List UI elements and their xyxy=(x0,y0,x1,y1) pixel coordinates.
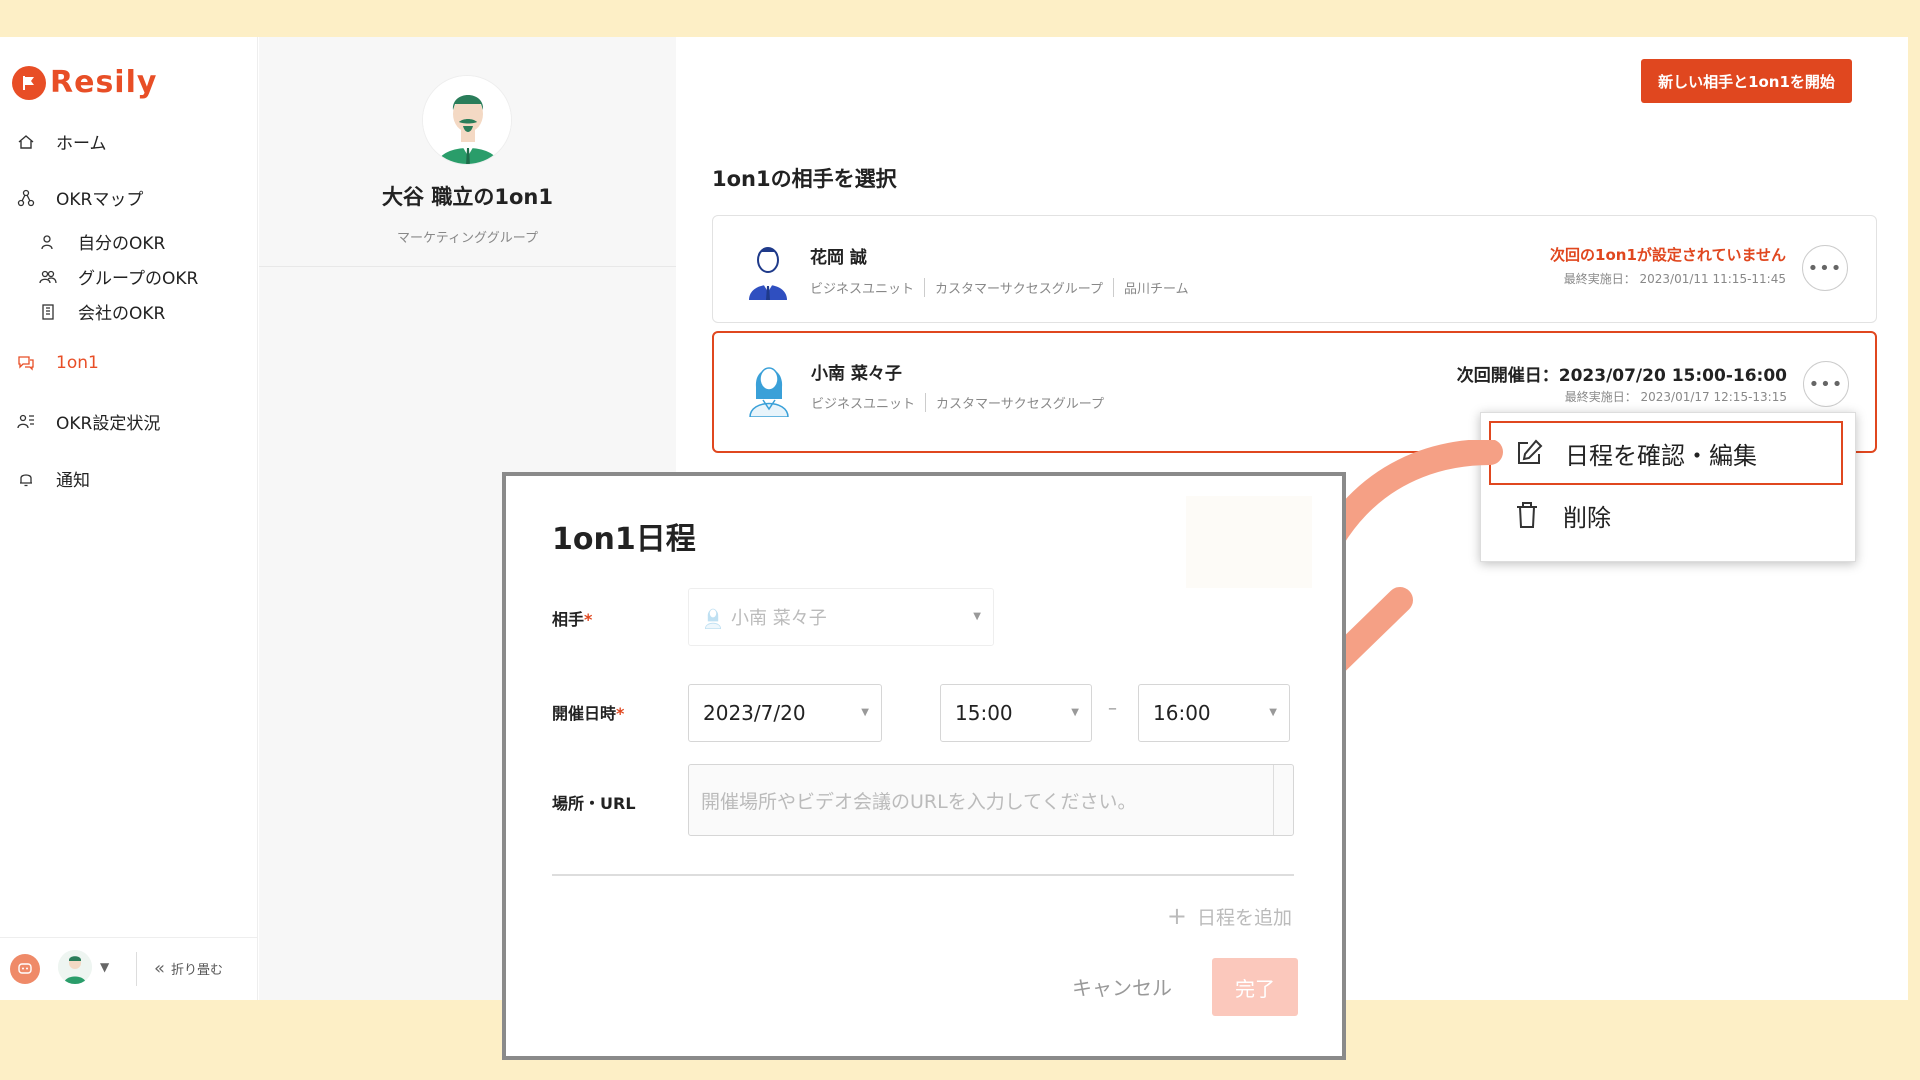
scrollbar[interactable] xyxy=(1273,765,1293,835)
profile-header: 大谷 職立の1on1 マーケティンググループ xyxy=(259,37,676,267)
sidebar-item-notifications[interactable]: 通知 xyxy=(16,466,90,491)
menu-item-edit-schedule[interactable]: 日程を確認・編集 xyxy=(1489,421,1843,485)
profile-name: 大谷 職立の1on1 xyxy=(382,185,553,209)
menu-item-label: 日程を確認・編集 xyxy=(1565,441,1757,470)
tag: ビジネスユニット xyxy=(811,393,927,412)
home-icon xyxy=(16,132,36,152)
chevron-down-icon[interactable]: ▼ xyxy=(100,960,109,974)
building-icon xyxy=(38,302,58,322)
end-time-select[interactable]: 16:00 ▼ xyxy=(1138,684,1290,742)
chevron-down-icon: ▼ xyxy=(1269,707,1277,718)
avatar[interactable] xyxy=(58,950,92,984)
sidebar-item-label: ホーム xyxy=(56,134,107,154)
partner-name: 小南 菜々子 xyxy=(811,364,902,384)
sidebar-item-label: 1on1 xyxy=(56,353,99,373)
sidebar-item-okr-map[interactable]: OKRマップ xyxy=(16,185,143,210)
plus-icon: + xyxy=(1166,902,1187,930)
flag-icon xyxy=(12,65,46,100)
sidebar-item-label: 自分のOKR xyxy=(78,234,166,254)
tag: カスタマーサクセスグループ xyxy=(935,278,1114,297)
sidebar-item-label: OKRマップ xyxy=(56,190,144,210)
start-time-select[interactable]: 15:00 ▼ xyxy=(940,684,1092,742)
partner-label: 相手* xyxy=(552,610,593,629)
user-icon xyxy=(38,232,58,252)
place-label: 場所・URL xyxy=(552,794,636,813)
brand-name: Resily xyxy=(50,65,158,100)
section-title: 1on1の相手を選択 xyxy=(712,167,897,191)
chevron-down-icon: ▼ xyxy=(861,707,869,718)
ellipsis-icon: ••• xyxy=(1807,257,1843,279)
partner-avatar xyxy=(744,359,794,418)
sidebar-item-1on1[interactable]: 1on1 xyxy=(16,353,99,373)
partner-avatar-icon xyxy=(703,605,723,629)
more-options-button[interactable]: ••• xyxy=(1802,245,1848,291)
okr-map-icon xyxy=(16,188,36,208)
last-held-date: 最終実施日： 2023/01/17 12:15-13:15 xyxy=(1564,390,1787,404)
partner-card[interactable]: 花岡 誠 ビジネスユニット カスタマーサクセスグループ 品川チーム 次回の1on… xyxy=(712,215,1877,323)
date-select[interactable]: 2023/7/20 ▼ xyxy=(688,684,882,742)
add-date-button[interactable]: + 日程を追加 xyxy=(1167,902,1292,930)
cancel-button[interactable]: キャンセル xyxy=(1072,972,1172,1001)
more-options-button[interactable]: ••• xyxy=(1803,361,1849,407)
partner-tags: ビジネスユニット カスタマーサクセスグループ 品川チーム xyxy=(810,278,1209,297)
sidebar-item-my-okr[interactable]: 自分のOKR xyxy=(38,229,165,254)
modal-close-area xyxy=(1186,496,1312,588)
sidebar-item-label: 通知 xyxy=(56,471,90,491)
next-1on1-status: 次回開催日：2023/07/20 15:00-16:00 xyxy=(1456,366,1787,386)
modal-title: 1on1日程 xyxy=(552,522,696,557)
support-chat-icon[interactable] xyxy=(10,954,40,984)
profile-avatar xyxy=(422,75,512,165)
collapse-button[interactable]: « 折り畳む xyxy=(154,958,223,979)
schedule-modal: 1on1日程 相手* 小南 菜々子 ▼ 開催日時* 2023/7/20 ▼ 15… xyxy=(502,472,1346,1060)
double-chevron-left-icon: « xyxy=(154,958,166,979)
menu-item-delete[interactable]: 削除 xyxy=(1489,483,1843,547)
partner-select: 小南 菜々子 ▼ xyxy=(688,588,994,646)
sidebar-item-label: OKR設定状況 xyxy=(56,414,161,434)
datetime-label: 開催日時* xyxy=(552,704,625,723)
sidebar: Resily ホーム OKRマップ 自分のOKR グループのOKR 会社のOKR… xyxy=(0,37,258,1000)
place-url-input[interactable]: 開催場所やビデオ会議のURLを入力してください。 xyxy=(688,764,1294,836)
divider xyxy=(136,952,137,986)
profile-group: マーケティンググループ xyxy=(397,231,538,246)
sidebar-item-label: 会社のOKR xyxy=(78,304,166,324)
tag: ビジネスユニット xyxy=(810,278,926,297)
last-held-date: 最終実施日： 2023/01/11 11:15-11:45 xyxy=(1563,272,1786,286)
menu-item-label: 削除 xyxy=(1563,503,1611,532)
next-1on1-status: 次回の1on1が設定されていません xyxy=(1550,246,1786,264)
partner-avatar xyxy=(743,242,793,300)
partner-name: 花岡 誠 xyxy=(810,248,867,268)
ellipsis-icon: ••• xyxy=(1808,373,1844,395)
sidebar-footer: ▼ « 折り畳む xyxy=(0,937,258,1000)
collapse-label: 折り畳む xyxy=(171,963,224,978)
partner-tags: ビジネスユニット カスタマーサクセスグループ xyxy=(811,393,1124,412)
bell-icon xyxy=(16,469,36,489)
group-icon xyxy=(38,267,58,287)
sidebar-item-label: グループのOKR xyxy=(78,269,199,289)
sidebar-item-group-okr[interactable]: グループのOKR xyxy=(38,264,198,289)
chat-icon xyxy=(16,353,36,373)
card-options-menu: 日程を確認・編集 削除 xyxy=(1480,412,1856,562)
tag: カスタマーサクセスグループ xyxy=(936,397,1104,412)
sidebar-item-home[interactable]: ホーム xyxy=(16,129,107,154)
time-separator: – xyxy=(1108,698,1117,719)
chevron-down-icon: ▼ xyxy=(1071,707,1079,718)
sidebar-item-okr-status[interactable]: OKR設定状況 xyxy=(16,409,160,434)
sidebar-item-company-okr[interactable]: 会社のOKR xyxy=(38,299,165,324)
done-button[interactable]: 完了 xyxy=(1212,958,1298,1016)
logo[interactable]: Resily xyxy=(12,65,157,100)
new-1on1-button[interactable]: 新しい相手と1on1を開始 xyxy=(1641,59,1852,103)
divider xyxy=(552,874,1294,876)
chevron-down-icon: ▼ xyxy=(973,611,981,622)
tag: 品川チーム xyxy=(1123,282,1189,297)
status-icon xyxy=(16,412,36,432)
